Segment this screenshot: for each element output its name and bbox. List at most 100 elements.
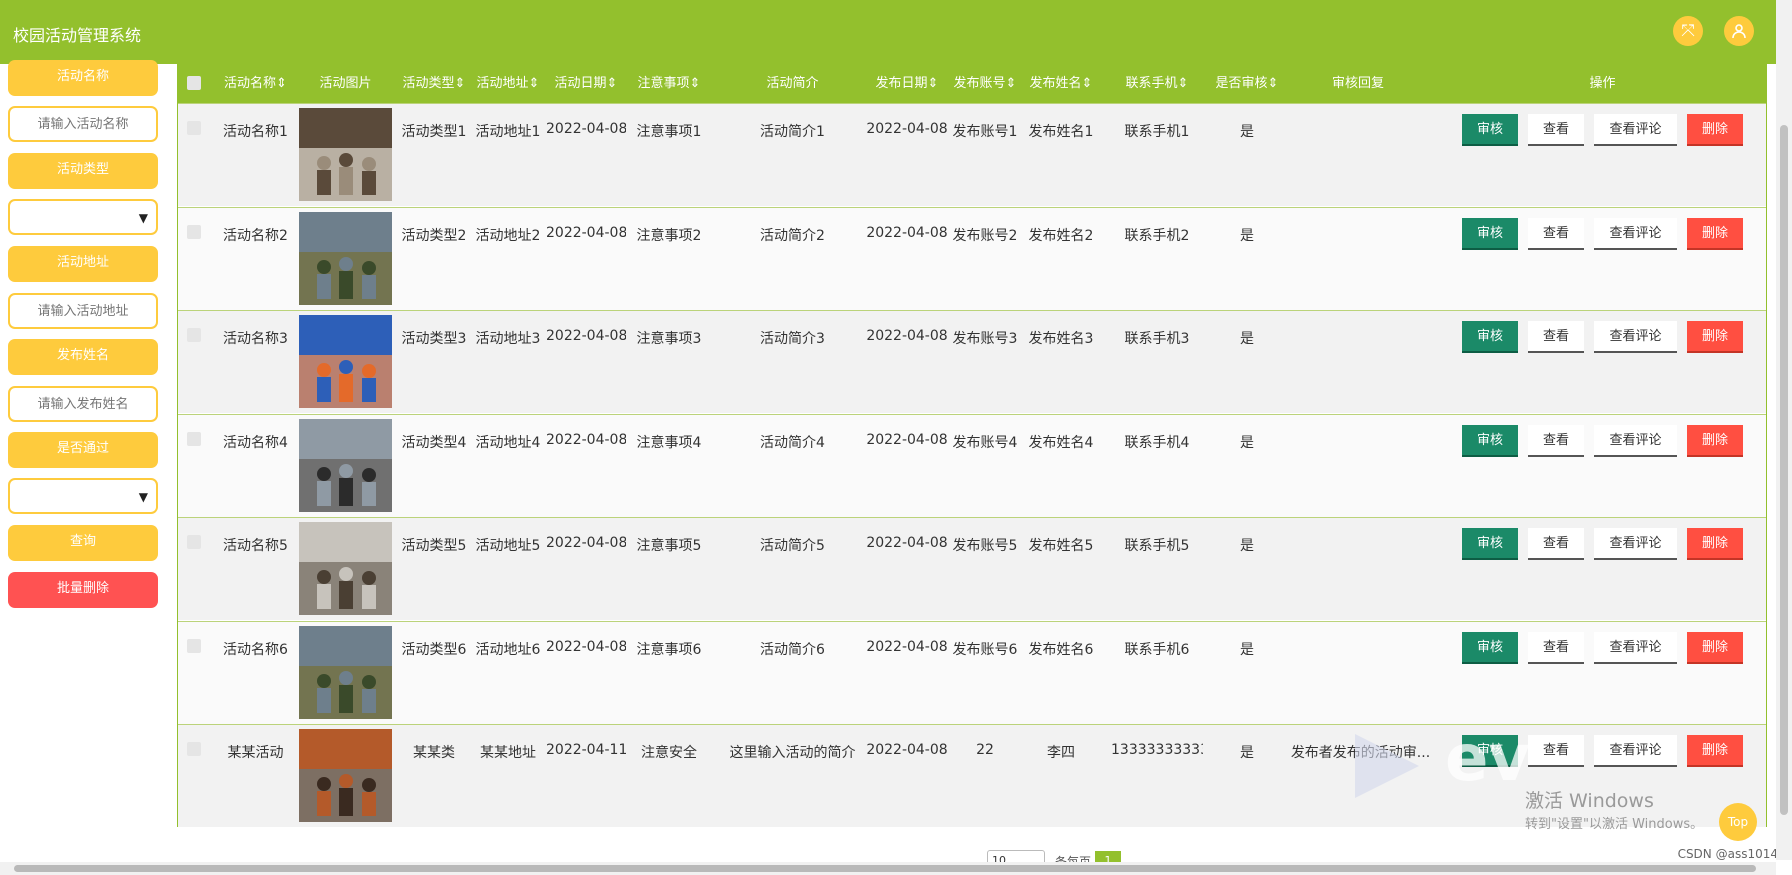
publisher-name-input[interactable]: [16, 396, 150, 413]
row-checkbox[interactable]: [187, 121, 201, 135]
row-checkbox[interactable]: [187, 328, 201, 342]
col-activity-address[interactable]: 活动地址⇕: [472, 65, 544, 103]
cell-pubdate: 2022-04-08: [866, 328, 948, 344]
cell-type: 活动类型5: [401, 538, 467, 554]
view-comments-button[interactable]: 查看评论: [1594, 528, 1677, 560]
view-comments-button[interactable]: 查看评论: [1594, 321, 1677, 353]
col-reviewed[interactable]: 是否审核⇕: [1202, 65, 1292, 103]
cell-date: 2022-04-08: [546, 638, 626, 655]
cell-reviewed: 是: [1240, 538, 1254, 554]
view-comments-button[interactable]: 查看评论: [1594, 631, 1677, 664]
activity-name-input[interactable]: [16, 116, 150, 133]
col-activity-type[interactable]: 活动类型⇕: [398, 65, 470, 103]
cell-phone: 联系手机6: [1124, 641, 1190, 658]
col-notice[interactable]: 注意事项⇕: [630, 65, 708, 103]
audit-button[interactable]: 审核: [1462, 321, 1518, 353]
table-row: 活动名称1 活动类型1 活动地址1 2022-04-08 注意事项1 活动简介1 2022-…: [178, 103, 1766, 206]
delete-button[interactable]: 删除: [1687, 321, 1743, 353]
publisher-name-input-box[interactable]: [8, 386, 158, 422]
cell-type: 活动类型2: [401, 227, 467, 244]
row-checkbox[interactable]: [187, 638, 201, 653]
col-publish-date[interactable]: 发布日期⇕: [866, 65, 948, 103]
view-comments-button[interactable]: 查看评论: [1594, 114, 1677, 146]
cell-name: 活动名称1: [223, 124, 288, 140]
row-checkbox[interactable]: [187, 535, 201, 549]
row-checkbox[interactable]: [187, 742, 201, 756]
activity-image: [299, 315, 392, 408]
approved-select[interactable]: ▼: [8, 478, 158, 514]
delete-button[interactable]: 删除: [1687, 528, 1743, 560]
query-button[interactable]: 查询: [8, 525, 158, 561]
col-activity-image: 活动图片: [319, 76, 372, 91]
cell-phone: 13333333333: [1111, 742, 1203, 758]
back-to-top-button[interactable]: Top: [1719, 803, 1757, 841]
view-button[interactable]: 查看: [1528, 424, 1584, 457]
activity-address-input[interactable]: [16, 303, 150, 320]
view-comments-button[interactable]: 查看评论: [1594, 217, 1677, 250]
scrollbar-thumb[interactable]: [1780, 125, 1788, 815]
cell-type: 活动类型3: [401, 331, 467, 347]
audit-button[interactable]: 审核: [1462, 424, 1518, 457]
delete-button[interactable]: 删除: [1687, 424, 1743, 457]
cell-name: 活动名称6: [223, 641, 288, 658]
view-comments-button[interactable]: 查看评论: [1594, 735, 1677, 767]
delete-button[interactable]: 删除: [1687, 217, 1743, 250]
cell-date: 2022-04-08: [546, 328, 626, 344]
row-checkbox[interactable]: [187, 224, 201, 239]
activate-windows-hint: 转到"设置"以激活 Windows。: [1525, 817, 1704, 832]
cell-address: 某某地址: [480, 745, 536, 761]
cell-address: 活动地址4: [475, 434, 541, 451]
view-button[interactable]: 查看: [1528, 217, 1584, 250]
col-activity-date[interactable]: 活动日期⇕: [546, 65, 626, 103]
delete-button[interactable]: 删除: [1687, 114, 1743, 146]
audit-button[interactable]: 审核: [1462, 217, 1518, 250]
cell-pubdate: 2022-04-08: [866, 431, 948, 448]
activate-windows-text: 激活 Windows: [1525, 790, 1654, 812]
activity-name-input-box[interactable]: [8, 106, 158, 142]
cell-reviewed: 是: [1240, 745, 1254, 761]
view-comments-button[interactable]: 查看评论: [1594, 424, 1677, 457]
view-button[interactable]: 查看: [1528, 735, 1584, 767]
cell-address: 活动地址6: [475, 641, 541, 658]
scrollbar-thumb[interactable]: [14, 865, 1756, 872]
view-button[interactable]: 查看: [1528, 114, 1584, 146]
cell-intro: 活动简介6: [760, 641, 825, 658]
select-all-checkbox[interactable]: [187, 76, 201, 90]
publisher-name-label: 发布姓名: [8, 339, 158, 375]
delete-button[interactable]: 删除: [1687, 735, 1743, 767]
fullscreen-icon[interactable]: ⤧: [1673, 16, 1703, 46]
batch-delete-button[interactable]: 批量删除: [8, 572, 158, 608]
ev-logo: ev: [1445, 722, 1531, 796]
cell-pubdate: 2022-04-08: [866, 742, 948, 758]
horizontal-scrollbar[interactable]: [0, 862, 1776, 875]
col-activity-name[interactable]: 活动名称⇕: [218, 65, 293, 103]
col-account[interactable]: 发布账号⇕: [948, 65, 1022, 103]
col-phone[interactable]: 联系手机⇕: [1111, 65, 1203, 103]
cell-date: 2022-04-08: [546, 535, 626, 551]
cell-reviewed: 是: [1240, 331, 1254, 347]
col-publisher[interactable]: 发布姓名⇕: [1024, 65, 1098, 103]
cell-notice: 注意事项3: [636, 331, 702, 347]
cell-account: 22: [976, 742, 994, 758]
audit-button[interactable]: 审核: [1462, 631, 1518, 664]
cell-account: 发布账号2: [952, 227, 1018, 244]
cell-intro: 活动简介4: [760, 434, 825, 451]
cell-publisher: 发布姓名4: [1028, 434, 1094, 451]
activity-address-input-box[interactable]: [8, 293, 158, 329]
cell-notice: 注意事项2: [636, 227, 702, 244]
activity-image: [299, 625, 392, 719]
view-button[interactable]: 查看: [1528, 631, 1584, 664]
cell-account: 发布账号5: [952, 538, 1018, 554]
view-button[interactable]: 查看: [1528, 528, 1584, 560]
activity-type-select[interactable]: ▼: [8, 199, 158, 235]
delete-button[interactable]: 删除: [1687, 631, 1743, 664]
cell-date: 2022-04-08: [546, 431, 626, 448]
user-icon[interactable]: [1724, 16, 1754, 46]
audit-button[interactable]: 审核: [1462, 528, 1518, 560]
audit-button[interactable]: 审核: [1462, 114, 1518, 146]
row-checkbox[interactable]: [187, 431, 201, 446]
cell-intro: 活动简介2: [760, 227, 825, 244]
view-button[interactable]: 查看: [1528, 321, 1584, 353]
vertical-scrollbar[interactable]: [1776, 0, 1792, 860]
cell-notice: 注意事项6: [636, 641, 702, 658]
